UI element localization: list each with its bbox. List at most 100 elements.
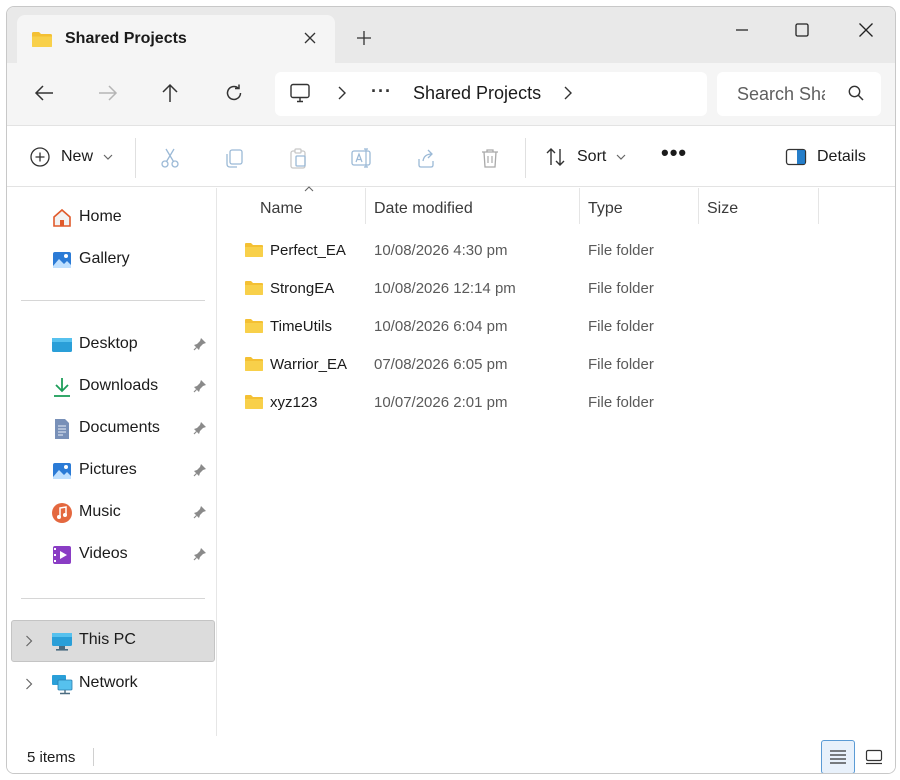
- details-label: Details: [817, 148, 866, 165]
- search-box[interactable]: Search Sha: [717, 72, 881, 116]
- file-type: File folder: [588, 280, 654, 297]
- breadcrumb-current[interactable]: Shared Projects: [413, 83, 541, 104]
- chevron-right-icon[interactable]: [25, 635, 33, 647]
- pin-icon[interactable]: [193, 505, 207, 519]
- file-name: Warrior_EA: [270, 356, 347, 373]
- sidebar-item-documents[interactable]: Documents: [7, 409, 215, 449]
- sidebar-item-this-pc[interactable]: This PC: [7, 621, 215, 661]
- sidebar-item-videos[interactable]: Videos: [7, 535, 215, 575]
- sidebar-item-downloads[interactable]: Downloads: [7, 367, 215, 407]
- sidebar-item-home[interactable]: Home: [7, 198, 215, 238]
- details-pane-button[interactable]: Details: [785, 144, 866, 170]
- folder-icon: [245, 319, 263, 333]
- new-label: New: [61, 148, 94, 165]
- sidebar-item-label: Documents: [79, 419, 160, 436]
- maximize-icon[interactable]: [787, 17, 817, 43]
- computer-icon: [290, 83, 310, 103]
- sidebar-item-network[interactable]: Network: [7, 664, 215, 704]
- share-icon[interactable]: [413, 145, 439, 171]
- sort-arrows-icon: [546, 148, 565, 166]
- sidebar-item-music[interactable]: Music: [7, 493, 215, 533]
- file-row[interactable]: TimeUtils 10/08/2026 6:04 pm File folder: [218, 308, 895, 346]
- address-overflow-button[interactable]: ···: [371, 81, 392, 102]
- sidebar-item-gallery[interactable]: Gallery: [7, 240, 215, 280]
- folder-icon: [245, 395, 263, 409]
- pin-icon[interactable]: [193, 379, 207, 393]
- address-bar[interactable]: ··· Shared Projects: [275, 72, 707, 116]
- more-options-button[interactable]: •••: [661, 140, 687, 166]
- file-row[interactable]: xyz123 10/07/2026 2:01 pm File folder: [218, 384, 895, 422]
- copy-icon[interactable]: [221, 145, 247, 171]
- chevron-right-icon[interactable]: [337, 86, 347, 100]
- file-row[interactable]: Warrior_EA 07/08/2026 6:05 pm File folde…: [218, 346, 895, 384]
- file-list: Name Date modified Type Size Perfect_EA …: [218, 186, 895, 736]
- pin-icon[interactable]: [193, 463, 207, 477]
- file-name: StrongEA: [270, 280, 335, 297]
- home-icon: [53, 208, 71, 227]
- command-bar: New Sort ••• Details: [7, 125, 895, 187]
- close-tab-icon[interactable]: [299, 27, 321, 49]
- pin-icon[interactable]: [193, 421, 207, 435]
- new-tab-icon[interactable]: [353, 27, 375, 49]
- column-label: Date modified: [374, 200, 473, 217]
- column-header-type[interactable]: Type: [580, 188, 698, 224]
- navigation-pane: Home Gallery Desktop Downloads Documents…: [7, 188, 217, 736]
- pin-icon[interactable]: [193, 547, 207, 561]
- sidebar-item-label: Gallery: [79, 250, 130, 267]
- navigation-bar: ··· Shared Projects Search Sha: [7, 63, 895, 125]
- column-header-name[interactable]: Name: [218, 186, 364, 224]
- tab-shared-projects[interactable]: Shared Projects: [17, 15, 335, 63]
- column-divider[interactable]: [818, 188, 819, 224]
- downloads-icon: [54, 378, 70, 397]
- sidebar-item-label: Pictures: [79, 461, 137, 478]
- details-pane-icon: [785, 148, 807, 166]
- rename-icon[interactable]: [349, 145, 375, 171]
- sidebar-divider: [21, 300, 205, 301]
- file-date-modified: 10/08/2026 4:30 pm: [374, 242, 508, 259]
- file-date-modified: 07/08/2026 6:05 pm: [374, 356, 508, 373]
- status-divider: [93, 748, 94, 766]
- sidebar-item-label: Home: [79, 208, 122, 225]
- command-divider: [525, 138, 526, 178]
- file-row[interactable]: StrongEA 10/08/2026 12:14 pm File folder: [218, 270, 895, 308]
- refresh-icon[interactable]: [219, 78, 249, 108]
- details-view-button[interactable]: [821, 740, 855, 773]
- column-label: Type: [588, 200, 623, 217]
- cut-icon[interactable]: [157, 145, 183, 171]
- this-pc-icon: [52, 633, 72, 651]
- new-button[interactable]: New: [29, 144, 113, 170]
- pin-icon[interactable]: [193, 337, 207, 351]
- gallery-icon: [53, 252, 71, 268]
- column-header-size[interactable]: Size: [699, 188, 817, 224]
- chevron-down-icon: [616, 154, 626, 160]
- tab-title: Shared Projects: [65, 30, 187, 47]
- file-type: File folder: [588, 394, 654, 411]
- title-bar: Shared Projects: [7, 7, 895, 63]
- file-name: TimeUtils: [270, 318, 332, 335]
- folder-icon: [32, 32, 52, 47]
- forward-arrow-icon[interactable]: [93, 78, 123, 108]
- chevron-right-icon[interactable]: [25, 678, 33, 690]
- sidebar-item-pictures[interactable]: Pictures: [7, 451, 215, 491]
- column-label: Size: [707, 200, 739, 217]
- up-arrow-icon[interactable]: [155, 78, 185, 108]
- delete-icon[interactable]: [477, 145, 503, 171]
- command-divider: [135, 138, 136, 178]
- file-row[interactable]: Perfect_EA 10/08/2026 4:30 pm File folde…: [218, 232, 895, 270]
- sort-button[interactable]: Sort: [545, 144, 626, 170]
- file-name: Perfect_EA: [270, 242, 346, 259]
- search-input[interactable]: Search Sha: [737, 84, 825, 105]
- paste-icon[interactable]: [285, 145, 311, 171]
- search-icon[interactable]: [847, 84, 865, 102]
- minimize-icon[interactable]: [727, 17, 757, 43]
- tiles-view-button[interactable]: [861, 744, 887, 770]
- sidebar-item-desktop[interactable]: Desktop: [7, 325, 215, 365]
- chevron-down-icon: [103, 154, 113, 160]
- column-header-date-modified[interactable]: Date modified: [366, 188, 578, 224]
- back-arrow-icon[interactable]: [29, 78, 59, 108]
- folder-icon: [245, 243, 263, 257]
- close-window-icon[interactable]: [851, 17, 881, 43]
- chevron-right-icon[interactable]: [563, 86, 573, 100]
- file-type: File folder: [588, 242, 654, 259]
- sidebar-item-label: Music: [79, 503, 121, 520]
